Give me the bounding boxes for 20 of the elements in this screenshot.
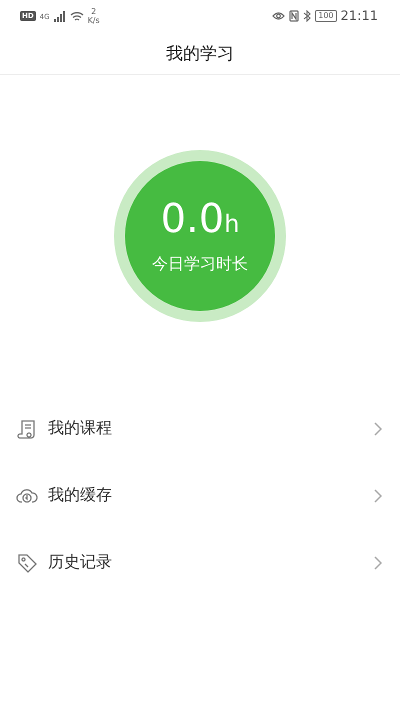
speed-unit: K/s [88,16,100,25]
eye-icon [272,11,286,21]
menu-item[interactable]: 历史记录 [0,529,400,596]
wifi-icon [70,10,84,22]
signal-icon [54,10,66,22]
clock-time: 21:11 [340,8,378,24]
speed-value: 2 [91,7,96,16]
page-title: 我的学习 [166,42,234,64]
chevron-right-icon [374,422,382,436]
study-time-value: 0.0 h [160,197,240,244]
nfc-icon [289,10,300,22]
menu-item[interactable]: 我的课程 [0,395,400,462]
menu-item[interactable]: 我的缓存 [0,462,400,529]
chevron-right-icon [374,488,382,502]
cloud-download-icon [16,486,38,504]
bluetooth-icon [303,10,312,22]
tag-icon [16,552,38,574]
chevron-right-icon [374,556,382,570]
study-time-label: 今日学习时长 [152,254,248,275]
battery-indicator: 100 [315,10,337,22]
